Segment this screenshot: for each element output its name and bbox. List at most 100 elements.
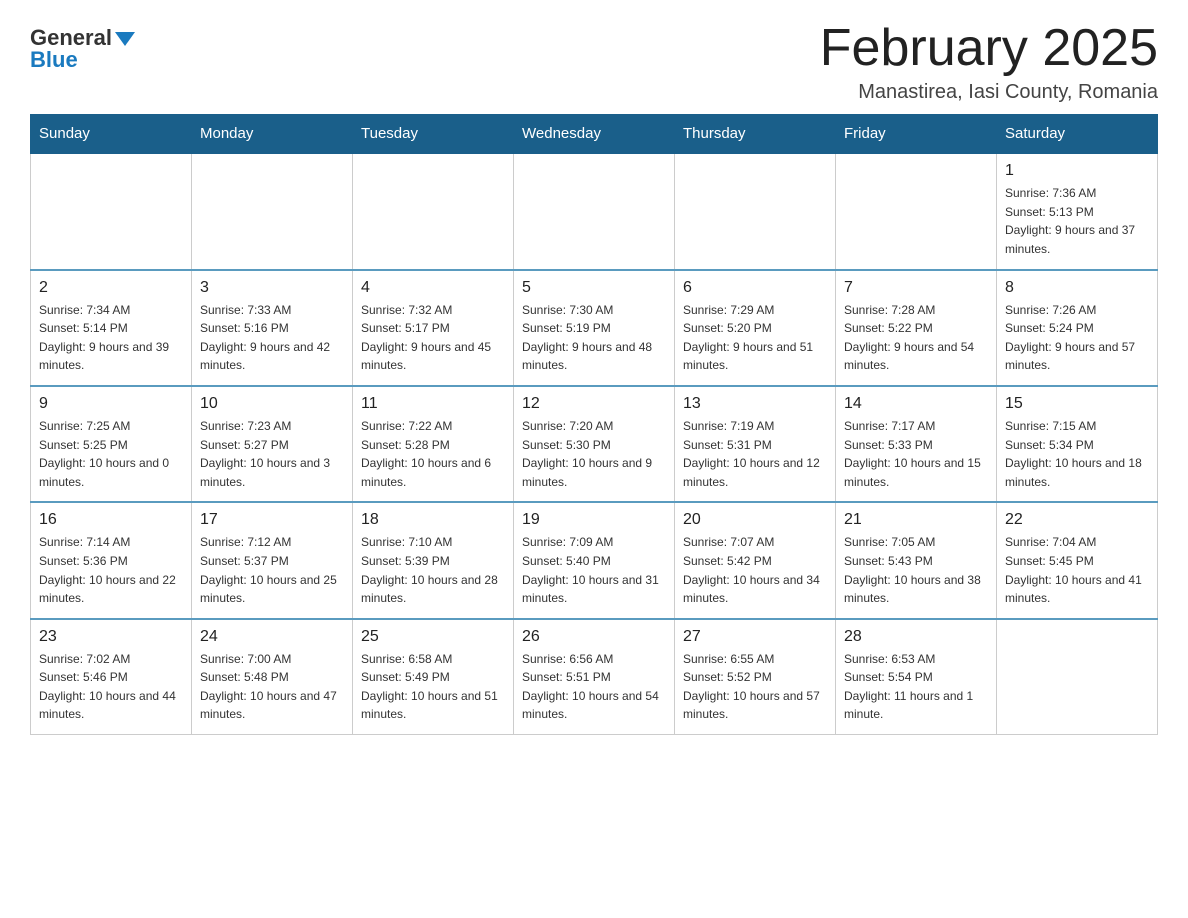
calendar-day-cell: 21 Sunrise: 7:05 AM Sunset: 5:43 PM Dayli…: [836, 502, 997, 618]
col-header-sunday: Sunday: [31, 115, 192, 154]
col-header-friday: Friday: [836, 115, 997, 154]
day-number: 4: [361, 279, 505, 297]
calendar-day-cell: 20 Sunrise: 7:07 AM Sunset: 5:42 PM Dayli…: [675, 502, 836, 618]
page-header: General Blue February 2025 Manastirea, I…: [30, 20, 1158, 104]
day-info: Sunrise: 7:23 AM Sunset: 5:27 PM Dayligh…: [200, 417, 344, 491]
calendar-day-cell: 14 Sunrise: 7:17 AM Sunset: 5:33 PM Dayli…: [836, 386, 997, 502]
calendar-day-cell: 10 Sunrise: 7:23 AM Sunset: 5:27 PM Dayli…: [192, 386, 353, 502]
day-number: 9: [39, 395, 183, 413]
day-info: Sunrise: 7:25 AM Sunset: 5:25 PM Dayligh…: [39, 417, 183, 491]
calendar-day-cell: 6 Sunrise: 7:29 AM Sunset: 5:20 PM Daylig…: [675, 270, 836, 386]
calendar-week-row: 16 Sunrise: 7:14 AM Sunset: 5:36 PM Dayli…: [31, 502, 1158, 618]
calendar-day-cell: 7 Sunrise: 7:28 AM Sunset: 5:22 PM Daylig…: [836, 270, 997, 386]
day-info: Sunrise: 7:17 AM Sunset: 5:33 PM Dayligh…: [844, 417, 988, 491]
title-section: February 2025 Manastirea, Iasi County, R…: [820, 20, 1158, 104]
calendar-day-cell: 17 Sunrise: 7:12 AM Sunset: 5:37 PM Dayli…: [192, 502, 353, 618]
day-number: 13: [683, 395, 827, 413]
day-number: 1: [1005, 162, 1149, 180]
day-number: 7: [844, 279, 988, 297]
col-header-thursday: Thursday: [675, 115, 836, 154]
day-info: Sunrise: 7:33 AM Sunset: 5:16 PM Dayligh…: [200, 301, 344, 375]
calendar-day-cell: 4Sunrise: 7:32 AM Sunset: 5:17 PM Daylig…: [353, 270, 514, 386]
day-info: Sunrise: 7:22 AM Sunset: 5:28 PM Dayligh…: [361, 417, 505, 491]
calendar-day-cell: 23Sunrise: 7:02 AM Sunset: 5:46 PM Dayli…: [31, 619, 192, 735]
day-info: Sunrise: 7:19 AM Sunset: 5:31 PM Dayligh…: [683, 417, 827, 491]
day-number: 5: [522, 279, 666, 297]
month-title: February 2025: [820, 20, 1158, 77]
calendar-day-cell: [675, 153, 836, 269]
col-header-monday: Monday: [192, 115, 353, 154]
calendar-day-cell: 19 Sunrise: 7:09 AM Sunset: 5:40 PM Dayli…: [514, 502, 675, 618]
day-number: 17: [200, 511, 344, 529]
calendar-day-cell: 2Sunrise: 7:34 AM Sunset: 5:14 PM Daylig…: [31, 270, 192, 386]
calendar-day-cell: [192, 153, 353, 269]
calendar-day-cell: [31, 153, 192, 269]
col-header-wednesday: Wednesday: [514, 115, 675, 154]
col-header-saturday: Saturday: [997, 115, 1158, 154]
day-number: 12: [522, 395, 666, 413]
calendar-day-cell: 8Sunrise: 7:26 AM Sunset: 5:24 PM Daylig…: [997, 270, 1158, 386]
day-info: Sunrise: 7:04 AM Sunset: 5:45 PM Dayligh…: [1005, 533, 1149, 607]
day-number: 27: [683, 628, 827, 646]
calendar-day-cell: [514, 153, 675, 269]
day-number: 2: [39, 279, 183, 297]
calendar-header-row: Sunday Monday Tuesday Wednesday Thursday…: [31, 115, 1158, 154]
day-number: 28: [844, 628, 988, 646]
logo-blue-label: Blue: [30, 47, 78, 73]
day-number: 15: [1005, 395, 1149, 413]
calendar-week-row: 1 Sunrise: 7:36 AM Sunset: 5:13 PM Daylig…: [31, 153, 1158, 269]
day-info: Sunrise: 6:55 AM Sunset: 5:52 PM Dayligh…: [683, 650, 827, 724]
day-info: Sunrise: 7:07 AM Sunset: 5:42 PM Dayligh…: [683, 533, 827, 607]
day-number: 6: [683, 279, 827, 297]
day-info: Sunrise: 6:53 AM Sunset: 5:54 PM Dayligh…: [844, 650, 988, 724]
day-number: 10: [200, 395, 344, 413]
calendar-day-cell: 27 Sunrise: 6:55 AM Sunset: 5:52 PM Dayli…: [675, 619, 836, 735]
col-header-tuesday: Tuesday: [353, 115, 514, 154]
calendar-day-cell: 22 Sunrise: 7:04 AM Sunset: 5:45 PM Dayli…: [997, 502, 1158, 618]
day-info: Sunrise: 6:58 AM Sunset: 5:49 PM Dayligh…: [361, 650, 505, 724]
day-number: 24: [200, 628, 344, 646]
calendar-day-cell: [353, 153, 514, 269]
location-subtitle: Manastirea, Iasi County, Romania: [820, 81, 1158, 104]
day-number: 22: [1005, 511, 1149, 529]
day-number: 20: [683, 511, 827, 529]
calendar-week-row: 2Sunrise: 7:34 AM Sunset: 5:14 PM Daylig…: [31, 270, 1158, 386]
day-info: Sunrise: 7:02 AM Sunset: 5:46 PM Dayligh…: [39, 650, 183, 724]
day-info: Sunrise: 7:36 AM Sunset: 5:13 PM Dayligh…: [1005, 184, 1149, 258]
calendar-day-cell: [997, 619, 1158, 735]
day-number: 18: [361, 511, 505, 529]
calendar-week-row: 23Sunrise: 7:02 AM Sunset: 5:46 PM Dayli…: [31, 619, 1158, 735]
calendar-day-cell: 1 Sunrise: 7:36 AM Sunset: 5:13 PM Daylig…: [997, 153, 1158, 269]
logo-arrow-icon: [115, 32, 135, 46]
day-info: Sunrise: 7:09 AM Sunset: 5:40 PM Dayligh…: [522, 533, 666, 607]
day-info: Sunrise: 7:15 AM Sunset: 5:34 PM Dayligh…: [1005, 417, 1149, 491]
day-number: 19: [522, 511, 666, 529]
calendar-day-cell: 28 Sunrise: 6:53 AM Sunset: 5:54 PM Dayli…: [836, 619, 997, 735]
calendar-table: Sunday Monday Tuesday Wednesday Thursday…: [30, 114, 1158, 735]
day-info: Sunrise: 7:29 AM Sunset: 5:20 PM Dayligh…: [683, 301, 827, 375]
day-number: 16: [39, 511, 183, 529]
day-info: Sunrise: 7:20 AM Sunset: 5:30 PM Dayligh…: [522, 417, 666, 491]
calendar-day-cell: [836, 153, 997, 269]
calendar-day-cell: 16 Sunrise: 7:14 AM Sunset: 5:36 PM Dayli…: [31, 502, 192, 618]
calendar-day-cell: 13 Sunrise: 7:19 AM Sunset: 5:31 PM Dayli…: [675, 386, 836, 502]
day-number: 14: [844, 395, 988, 413]
day-info: Sunrise: 7:00 AM Sunset: 5:48 PM Dayligh…: [200, 650, 344, 724]
calendar-day-cell: 18Sunrise: 7:10 AM Sunset: 5:39 PM Dayli…: [353, 502, 514, 618]
day-number: 11: [361, 395, 505, 413]
day-info: Sunrise: 7:28 AM Sunset: 5:22 PM Dayligh…: [844, 301, 988, 375]
calendar-day-cell: 15 Sunrise: 7:15 AM Sunset: 5:34 PM Dayli…: [997, 386, 1158, 502]
day-info: Sunrise: 7:12 AM Sunset: 5:37 PM Dayligh…: [200, 533, 344, 607]
day-number: 26: [522, 628, 666, 646]
calendar-day-cell: 26 Sunrise: 6:56 AM Sunset: 5:51 PM Dayli…: [514, 619, 675, 735]
calendar-day-cell: 12 Sunrise: 7:20 AM Sunset: 5:30 PM Dayli…: [514, 386, 675, 502]
day-number: 25: [361, 628, 505, 646]
logo: General Blue: [30, 20, 135, 73]
day-number: 21: [844, 511, 988, 529]
day-info: Sunrise: 7:26 AM Sunset: 5:24 PM Dayligh…: [1005, 301, 1149, 375]
day-info: Sunrise: 7:14 AM Sunset: 5:36 PM Dayligh…: [39, 533, 183, 607]
day-info: Sunrise: 6:56 AM Sunset: 5:51 PM Dayligh…: [522, 650, 666, 724]
calendar-day-cell: 9 Sunrise: 7:25 AM Sunset: 5:25 PM Daylig…: [31, 386, 192, 502]
day-info: Sunrise: 7:05 AM Sunset: 5:43 PM Dayligh…: [844, 533, 988, 607]
calendar-day-cell: 24 Sunrise: 7:00 AM Sunset: 5:48 PM Dayli…: [192, 619, 353, 735]
